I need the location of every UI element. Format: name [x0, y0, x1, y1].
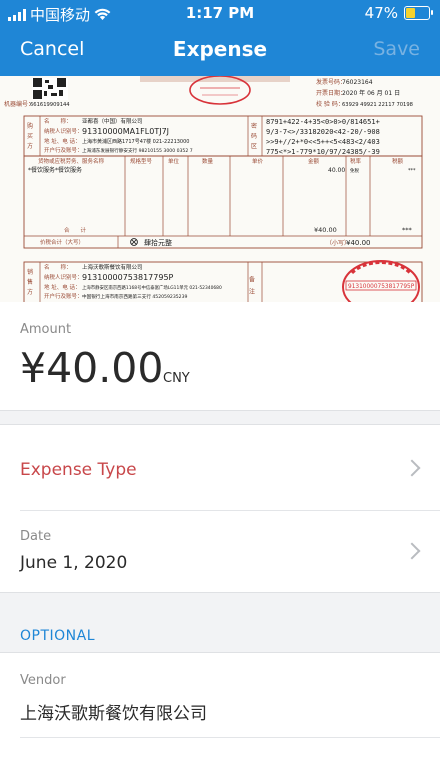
currency-code[interactable]: CNY: [163, 371, 190, 386]
buyer-name: 亚都喜（中国）有限公司: [82, 117, 143, 125]
svg-text:区: 区: [251, 143, 257, 150]
svg-text:单位: 单位: [168, 157, 180, 165]
svg-text:9/3-7<>/33182020<42-20/-908: 9/3-7<>/33182020<42-20/-908: [266, 128, 380, 136]
date-row[interactable]: Date June 1, 2020: [0, 511, 440, 593]
status-right: 47%: [364, 4, 433, 22]
svg-text:买: 买: [27, 132, 33, 140]
svg-text:775<*>1-779*10/97/24385/-39: 775<*>1-779*10/97/24385/-39: [266, 148, 380, 156]
buyer-bank-account: 上海浦东发展银行静安支行 98210155 3000 0352 7: [82, 147, 193, 154]
svg-text:规格型号: 规格型号: [130, 157, 153, 165]
invoice-code: 76023164: [342, 79, 373, 86]
invoice-item-amount: 40.00: [328, 167, 345, 174]
svg-text:地 址、电 话：: 地 址、电 话：: [44, 283, 81, 291]
svg-text:8791+422-4+35<0>0>0/814651+: 8791+422-4+35<0>0>0/814651+: [266, 118, 380, 126]
qr-code-icon: [32, 78, 68, 100]
row-divider: [20, 737, 440, 738]
seller-stamp-id: 91310000753817795P: [348, 284, 415, 290]
vendor-label: Vendor: [20, 673, 66, 688]
svg-text:方: 方: [27, 142, 33, 150]
date-label: Date: [20, 529, 52, 544]
save-button[interactable]: Save: [373, 38, 420, 60]
vendor-row[interactable]: Vendor 上海沃歌斯餐饮有限公司: [0, 652, 440, 772]
invoice-item-tax-rate: 免税: [350, 167, 359, 174]
navigation-bar: Cancel Expense Save: [0, 26, 440, 76]
seller-tax-id: 91310000753817795P: [82, 273, 174, 282]
svg-text:税率: 税率: [350, 157, 362, 165]
expense-type-label: Expense Type: [20, 460, 137, 480]
status-bar: 中国移动 1:17 PM 47%: [0, 0, 440, 26]
cancel-button[interactable]: Cancel: [20, 38, 84, 60]
receipt-invoice-drawing: 发票号码： 76023164 开票日期： 2020 年 06 月 01 日 校 …: [0, 76, 440, 302]
svg-text:纳税人识别号：: 纳税人识别号：: [44, 273, 83, 281]
section-gap: [0, 410, 440, 425]
svg-text:金额: 金额: [308, 157, 320, 165]
seller-address: 上海市静安区南京西路1168号中信泰富广场LG11单元 021-52340680: [82, 284, 222, 291]
svg-text:单价: 单价: [252, 157, 264, 165]
optional-section-header: OPTIONAL: [0, 592, 440, 653]
invoice-item-name: *餐饮服务*餐饮服务: [28, 166, 82, 174]
chevron-right-icon: [403, 459, 421, 477]
buyer-tax-id: 91310000MA1FL0TJ7J: [82, 127, 169, 136]
svg-text:>>9+//2+*0<<5++<5<483<2/403: >>9+//2+*0<<5++<5<483<2/403: [266, 138, 380, 146]
amount-section[interactable]: Amount ¥40.00 CNY: [0, 302, 440, 410]
date-value: June 1, 2020: [20, 553, 128, 573]
receipt-image[interactable]: 发票号码： 76023164 开票日期： 2020 年 06 月 01 日 校 …: [0, 76, 440, 302]
battery-icon: [404, 6, 433, 20]
invoice-subtotal-amount: ¥40.00: [314, 226, 337, 234]
invoice-item-tax: ***: [408, 168, 416, 174]
battery-percent: 47%: [364, 4, 398, 22]
seller-bank-account: 中国银行上海市南京西路第三支行 452059235239: [82, 293, 188, 300]
svg-text:密: 密: [251, 122, 257, 130]
svg-text:开户行及账号：: 开户行及账号：: [44, 146, 83, 154]
vendor-value[interactable]: 上海沃歌斯餐饮有限公司: [20, 699, 207, 724]
invoice-machine-no: 661619909144: [30, 102, 70, 108]
svg-text:校 验 码：: 校 验 码：: [316, 100, 344, 108]
svg-text:地 址、电 话：: 地 址、电 话：: [44, 137, 81, 145]
svg-text:货物或应税劳务、服务名称: 货物或应税劳务、服务名称: [38, 157, 105, 165]
invoice-note-label: 备 注: [248, 275, 255, 295]
svg-text:开户行及账号：: 开户行及账号：: [44, 292, 83, 300]
invoice-check-code: 63929 49921 22117 70198: [342, 102, 413, 108]
invoice-subtotal-label: 合 计: [64, 226, 87, 234]
svg-text:纳税人识别号：: 纳税人识别号：: [44, 127, 83, 135]
invoice-subtotal-tax: ***: [402, 226, 413, 234]
amount-value[interactable]: ¥40.00: [20, 344, 163, 392]
invoice-date: 2020 年 06 月 01 日: [342, 89, 400, 97]
svg-text:数量: 数量: [202, 157, 214, 165]
svg-text:售: 售: [27, 278, 33, 286]
chevron-right-icon: [403, 542, 421, 560]
svg-text:码: 码: [251, 132, 257, 140]
amount-label: Amount: [20, 322, 72, 337]
svg-text:方: 方: [27, 288, 33, 296]
svg-text:购: 购: [27, 122, 33, 130]
battery-fill: [406, 8, 415, 18]
details-section: Expense Type Date June 1, 2020: [0, 424, 440, 593]
optional-label: OPTIONAL: [20, 628, 96, 644]
seller-name: 上海沃歌斯餐饮有限公司: [82, 263, 143, 271]
buyer-address: 上海市黄浦区西路1717号47楼 021-22213000: [82, 138, 189, 145]
invoice-total-small: ¥40.00: [346, 239, 371, 247]
svg-text:名 称：: 名 称：: [44, 263, 72, 271]
svg-text:销: 销: [27, 268, 33, 276]
invoice-total-label: 价税合计（大写）: [40, 238, 84, 246]
expense-type-row[interactable]: Expense Type: [0, 425, 440, 510]
svg-text:税额: 税额: [392, 157, 404, 165]
svg-text:名 称：: 名 称：: [44, 117, 72, 125]
invoice-total-chinese: 肆拾元整: [144, 238, 172, 247]
